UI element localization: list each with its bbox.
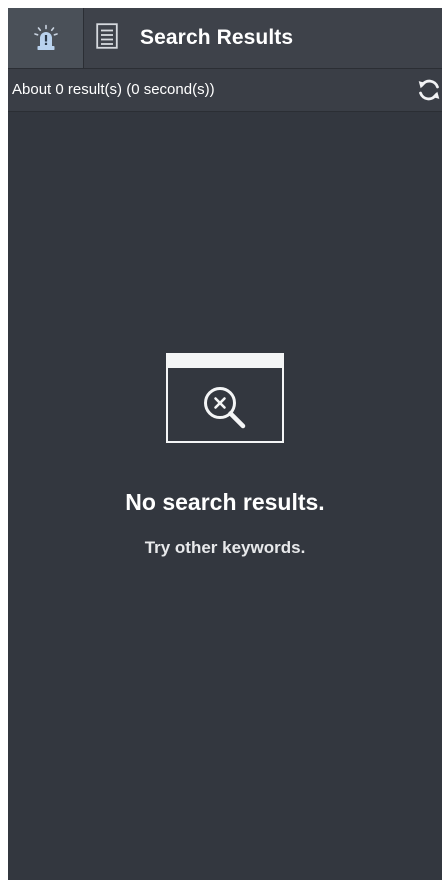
alarm-light-icon bbox=[32, 24, 60, 52]
empty-state-title: No search results. bbox=[125, 489, 325, 515]
tab-search-results-label: Search Results bbox=[140, 26, 294, 49]
empty-state: No search results. Try other keywords. bbox=[8, 353, 442, 558]
search-results-panel: Search Results About 0 result(s) (0 seco… bbox=[8, 8, 442, 880]
refresh-button[interactable] bbox=[416, 77, 442, 103]
document-list-icon bbox=[96, 22, 118, 54]
results-summary: About 0 result(s) (0 second(s)) bbox=[12, 81, 215, 98]
empty-state-subtitle: Try other keywords. bbox=[144, 538, 306, 557]
results-status-bar: About 0 result(s) (0 second(s)) bbox=[8, 69, 442, 112]
tab-search-results[interactable]: Search Results bbox=[84, 8, 293, 68]
refresh-icon bbox=[418, 79, 440, 101]
tab-bar: Search Results bbox=[8, 8, 442, 69]
tab-alerts[interactable] bbox=[8, 8, 84, 68]
window-search-cancel-icon bbox=[166, 353, 284, 443]
